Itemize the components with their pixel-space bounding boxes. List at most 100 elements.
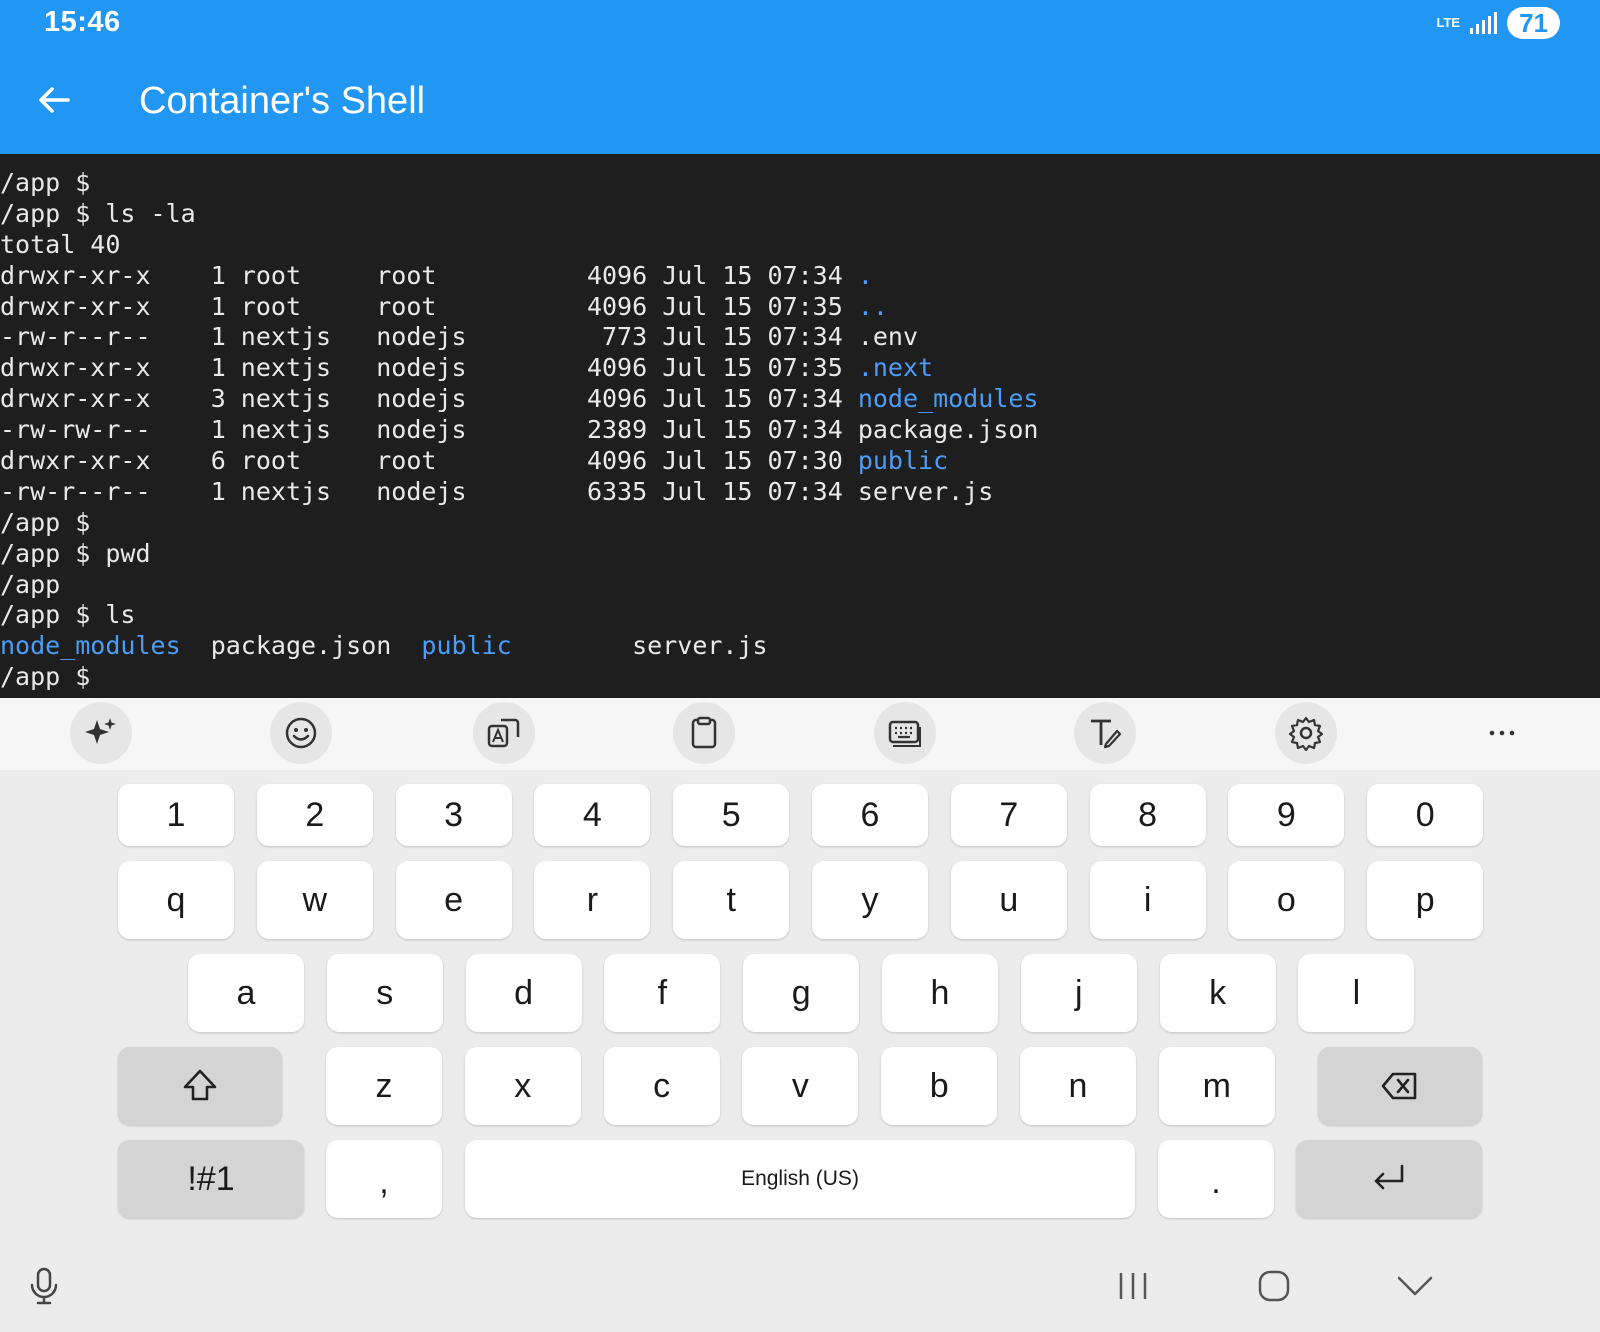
- file-day: 15: [722, 291, 753, 321]
- file-permissions: -rw-r--r--: [0, 322, 151, 352]
- file-time: 07:35: [767, 291, 843, 321]
- file-month: Jul: [662, 476, 708, 506]
- recents-icon: [1119, 1273, 1147, 1299]
- home-button[interactable]: [1252, 1264, 1296, 1308]
- key-t[interactable]: t: [673, 861, 790, 939]
- file-day: 15: [722, 446, 753, 476]
- key-u[interactable]: u: [950, 861, 1067, 939]
- file-group: nodejs: [376, 476, 467, 506]
- voice-input-button[interactable]: [22, 1264, 66, 1308]
- battery-badge: 71: [1507, 7, 1560, 39]
- key-w[interactable]: w: [256, 861, 373, 939]
- hide-keyboard-button[interactable]: [1393, 1264, 1437, 1308]
- comma-key[interactable]: ,: [326, 1140, 442, 1218]
- file-name: server.js: [632, 631, 768, 661]
- key-j[interactable]: j: [1020, 954, 1137, 1032]
- key-3[interactable]: 3: [395, 784, 512, 846]
- file-month: Jul: [662, 322, 708, 352]
- terminal-text: /app $ ls: [0, 600, 136, 630]
- key-k[interactable]: k: [1159, 954, 1276, 1032]
- more-options-button[interactable]: [1471, 702, 1533, 764]
- key-5[interactable]: 5: [673, 784, 790, 846]
- key-n[interactable]: n: [1020, 1047, 1136, 1125]
- file-owner: nextjs: [240, 384, 332, 414]
- enter-key[interactable]: [1296, 1140, 1482, 1218]
- settings-button[interactable]: [1275, 702, 1337, 764]
- keyboard-mode-button[interactable]: [874, 702, 936, 764]
- key-4[interactable]: 4: [534, 784, 651, 846]
- handwriting-button[interactable]: [1074, 702, 1136, 764]
- link-count: 1: [210, 415, 226, 445]
- ai-sparkle-icon: [85, 718, 116, 744]
- terminal-output[interactable]: /app $/app $ ls -la total 40 drwxr-xr-x 1 ro…: [0, 154, 1600, 698]
- key-y[interactable]: y: [812, 861, 928, 939]
- file-group: root: [376, 260, 437, 290]
- period-key[interactable]: .: [1158, 1140, 1274, 1218]
- listing-row: drwxr-xr-x 1 root root 4096 Jul 15 07:35..: [0, 292, 1600, 323]
- key-d[interactable]: d: [465, 954, 582, 1032]
- terminal-prompt: /app $: [0, 662, 1600, 693]
- file-owner: root: [240, 446, 302, 476]
- key-1[interactable]: 1: [118, 784, 234, 846]
- key-e[interactable]: e: [395, 861, 512, 939]
- key-s[interactable]: s: [326, 954, 443, 1032]
- key-9[interactable]: 9: [1228, 784, 1345, 846]
- ai-sparkle-button[interactable]: [70, 702, 132, 764]
- key-h[interactable]: h: [882, 954, 998, 1032]
- file-day: 15: [722, 476, 753, 506]
- key-m[interactable]: m: [1158, 1047, 1275, 1125]
- terminal-text: /app $: [0, 507, 91, 537]
- key-v[interactable]: v: [742, 1047, 859, 1125]
- file-permissions: drwxr-xr-x: [0, 260, 151, 290]
- status-time: 15:46: [44, 6, 121, 38]
- key-2[interactable]: 2: [256, 784, 373, 846]
- key-o[interactable]: o: [1228, 861, 1345, 939]
- key-p[interactable]: p: [1367, 861, 1484, 939]
- key-i[interactable]: i: [1089, 861, 1206, 939]
- file-month: Jul: [662, 291, 708, 321]
- shift-key[interactable]: [118, 1047, 282, 1125]
- file-size: 4096: [586, 260, 648, 290]
- file-group: root: [376, 446, 437, 476]
- key-8[interactable]: 8: [1089, 784, 1206, 846]
- terminal-text: total 40: [0, 229, 121, 259]
- symbols-key[interactable]: !#1: [118, 1140, 304, 1218]
- terminal-line: /app $: [0, 508, 1600, 539]
- recents-button[interactable]: [1111, 1264, 1155, 1308]
- file-group: nodejs: [376, 415, 467, 445]
- key-g[interactable]: g: [743, 954, 860, 1032]
- listing-row: -rw-r--r-- 1 nextjs nodejs 6335 Jul 15 07:34 ser…: [0, 477, 1600, 508]
- clipboard-button[interactable]: [673, 702, 735, 764]
- file-size: 4096: [586, 291, 648, 321]
- key-l[interactable]: l: [1298, 954, 1415, 1032]
- file-permissions: drwxr-xr-x: [0, 446, 151, 476]
- back-button[interactable]: [34, 80, 74, 120]
- key-0[interactable]: 0: [1367, 784, 1484, 846]
- key-a[interactable]: a: [188, 954, 304, 1032]
- key-r[interactable]: r: [534, 861, 651, 939]
- file-owner: nextjs: [240, 415, 332, 445]
- translate-button[interactable]: [473, 702, 535, 764]
- key-7[interactable]: 7: [950, 784, 1067, 846]
- terminal-text: /app $: [0, 168, 91, 197]
- key-x[interactable]: x: [464, 1047, 581, 1125]
- key-c[interactable]: c: [603, 1047, 720, 1125]
- file-month: Jul: [662, 415, 708, 445]
- file-time: 07:34: [767, 260, 843, 290]
- terminal-text: /app: [0, 569, 61, 599]
- file-permissions: -rw-r--r--: [0, 476, 151, 506]
- key-6[interactable]: 6: [812, 784, 928, 846]
- key-q[interactable]: q: [118, 861, 234, 939]
- page-title: Container's Shell: [139, 80, 426, 122]
- file-month: Jul: [662, 260, 708, 290]
- key-z[interactable]: z: [326, 1047, 442, 1125]
- emoji-button[interactable]: [270, 702, 332, 764]
- clipboard-icon: [691, 716, 717, 749]
- space-key[interactable]: English (US): [465, 1140, 1135, 1218]
- directory-name: node_modules: [857, 384, 1039, 414]
- file-month: Jul: [662, 353, 708, 383]
- backspace-key[interactable]: [1318, 1047, 1482, 1125]
- key-f[interactable]: f: [604, 954, 721, 1032]
- key-b[interactable]: b: [881, 1047, 998, 1125]
- file-day: 15: [722, 322, 753, 352]
